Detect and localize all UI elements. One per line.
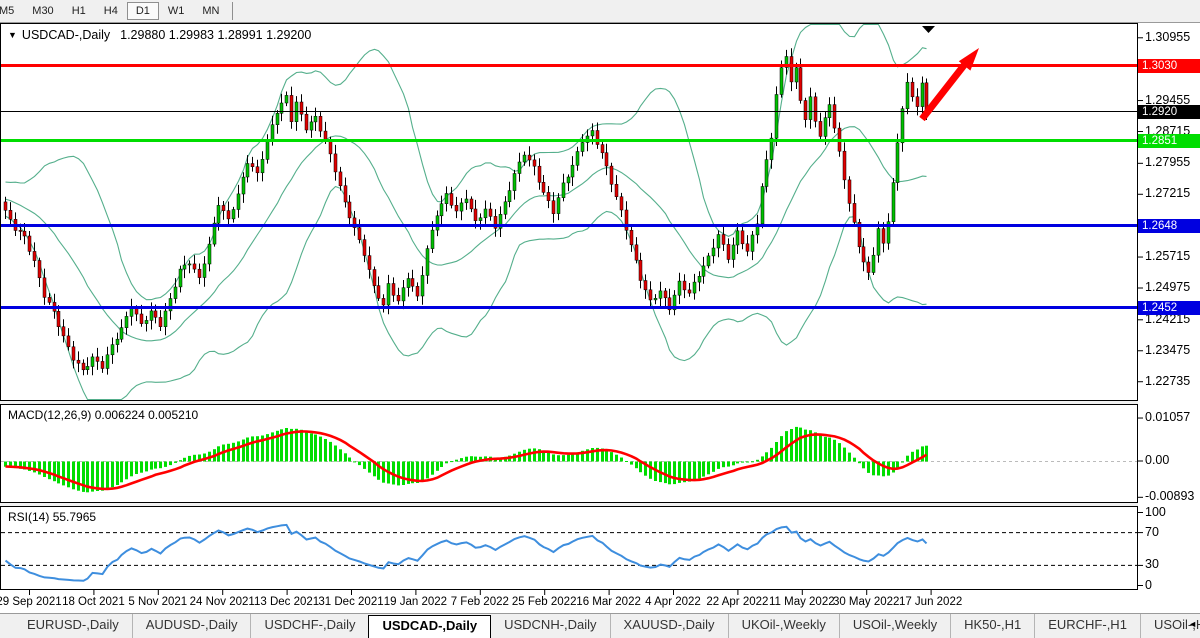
rsi-axis-label: 30 — [1145, 557, 1198, 571]
title-collapse-icon[interactable]: ▼ — [8, 30, 17, 40]
date-axis-label: 29 Sep 2021 — [0, 596, 62, 608]
price-axis-label: 1.27215 — [1145, 186, 1198, 200]
date-axis-label: 31 Dec 2021 — [318, 596, 383, 608]
macd-axis-label: 0.01057 — [1145, 410, 1198, 424]
rsi-axis-label: 0 — [1145, 578, 1198, 592]
macd-name: MACD(12,26,9) — [8, 408, 91, 422]
date-axis-label: 13 Dec 2021 — [254, 596, 319, 608]
price-badge-1.2452: 1.2452 — [1138, 301, 1200, 315]
price-axis-label: 1.30955 — [1145, 30, 1198, 44]
macd-indicator-label: MACD(12,26,9) 0.006224 0.005210 — [8, 408, 198, 422]
chart-ohlc-values: 1.29880 1.29983 1.28991 1.29200 — [120, 28, 311, 42]
date-axis-label: 18 Oct 2021 — [62, 596, 125, 608]
price-axis-label: 1.25715 — [1145, 249, 1198, 263]
price-axis-label: 1.23475 — [1145, 343, 1198, 357]
date-axis-label: 4 Apr 2022 — [645, 596, 701, 608]
date-axis-label: 24 Nov 2021 — [190, 596, 255, 608]
price-axis-label: 1.27955 — [1145, 155, 1198, 169]
date-axis-label: 16 Mar 2022 — [576, 596, 641, 608]
price-axis-label: 1.22735 — [1145, 374, 1198, 388]
date-axis-label: 17 Jun 2022 — [899, 596, 962, 608]
rsi-panel — [1, 507, 1138, 590]
main-chart-panel — [1, 24, 1138, 401]
macd-axis-label: -0.00893 — [1145, 489, 1198, 503]
rsi-axis-label: 100 — [1145, 505, 1198, 519]
rsi-value: 55.7965 — [53, 510, 96, 524]
date-axis-label: 5 Nov 2021 — [128, 596, 187, 608]
rsi-indicator-label: RSI(14) 55.7965 — [8, 510, 96, 524]
date-axis-label: 30 May 2022 — [833, 596, 900, 608]
macd-axis-label: 0.00 — [1145, 453, 1198, 467]
date-axis-label: 7 Feb 2022 — [451, 596, 509, 608]
date-axis-label: 25 Feb 2022 — [512, 596, 577, 608]
trading-terminal-window: M5M30H1H4D1W1MN ▼USDCAD-,Daily1.29880 1.… — [0, 0, 1200, 638]
price-badge-1.2851: 1.2851 — [1138, 134, 1200, 148]
date-axis-label: 11 May 2022 — [769, 596, 835, 608]
price-axis-label: 1.24975 — [1145, 280, 1198, 294]
date-axis-label: 19 Jan 2022 — [384, 596, 447, 608]
tab-scroll-left-icon[interactable]: ◄ — [1188, 619, 1197, 629]
chart-canvas — [0, 0, 1200, 638]
chart-symbol-label: USDCAD-,Daily — [22, 28, 110, 42]
macd-signal-value: 0.005210 — [148, 408, 198, 422]
price-badge-1.3030: 1.3030 — [1138, 59, 1200, 73]
chart-title: ▼ USDCAD-,Daily 1.29880 1.29983 1.28991 1.… — [8, 28, 311, 42]
rsi-axis-label: 70 — [1145, 525, 1198, 539]
rsi-name: RSI(14) — [8, 510, 49, 524]
macd-main-value: 0.006224 — [95, 408, 145, 422]
price-badge-1.2648: 1.2648 — [1138, 219, 1200, 233]
date-axis-label: 22 Apr 2022 — [706, 596, 768, 608]
price-badge-1.2920: 1.2920 — [1138, 105, 1200, 119]
